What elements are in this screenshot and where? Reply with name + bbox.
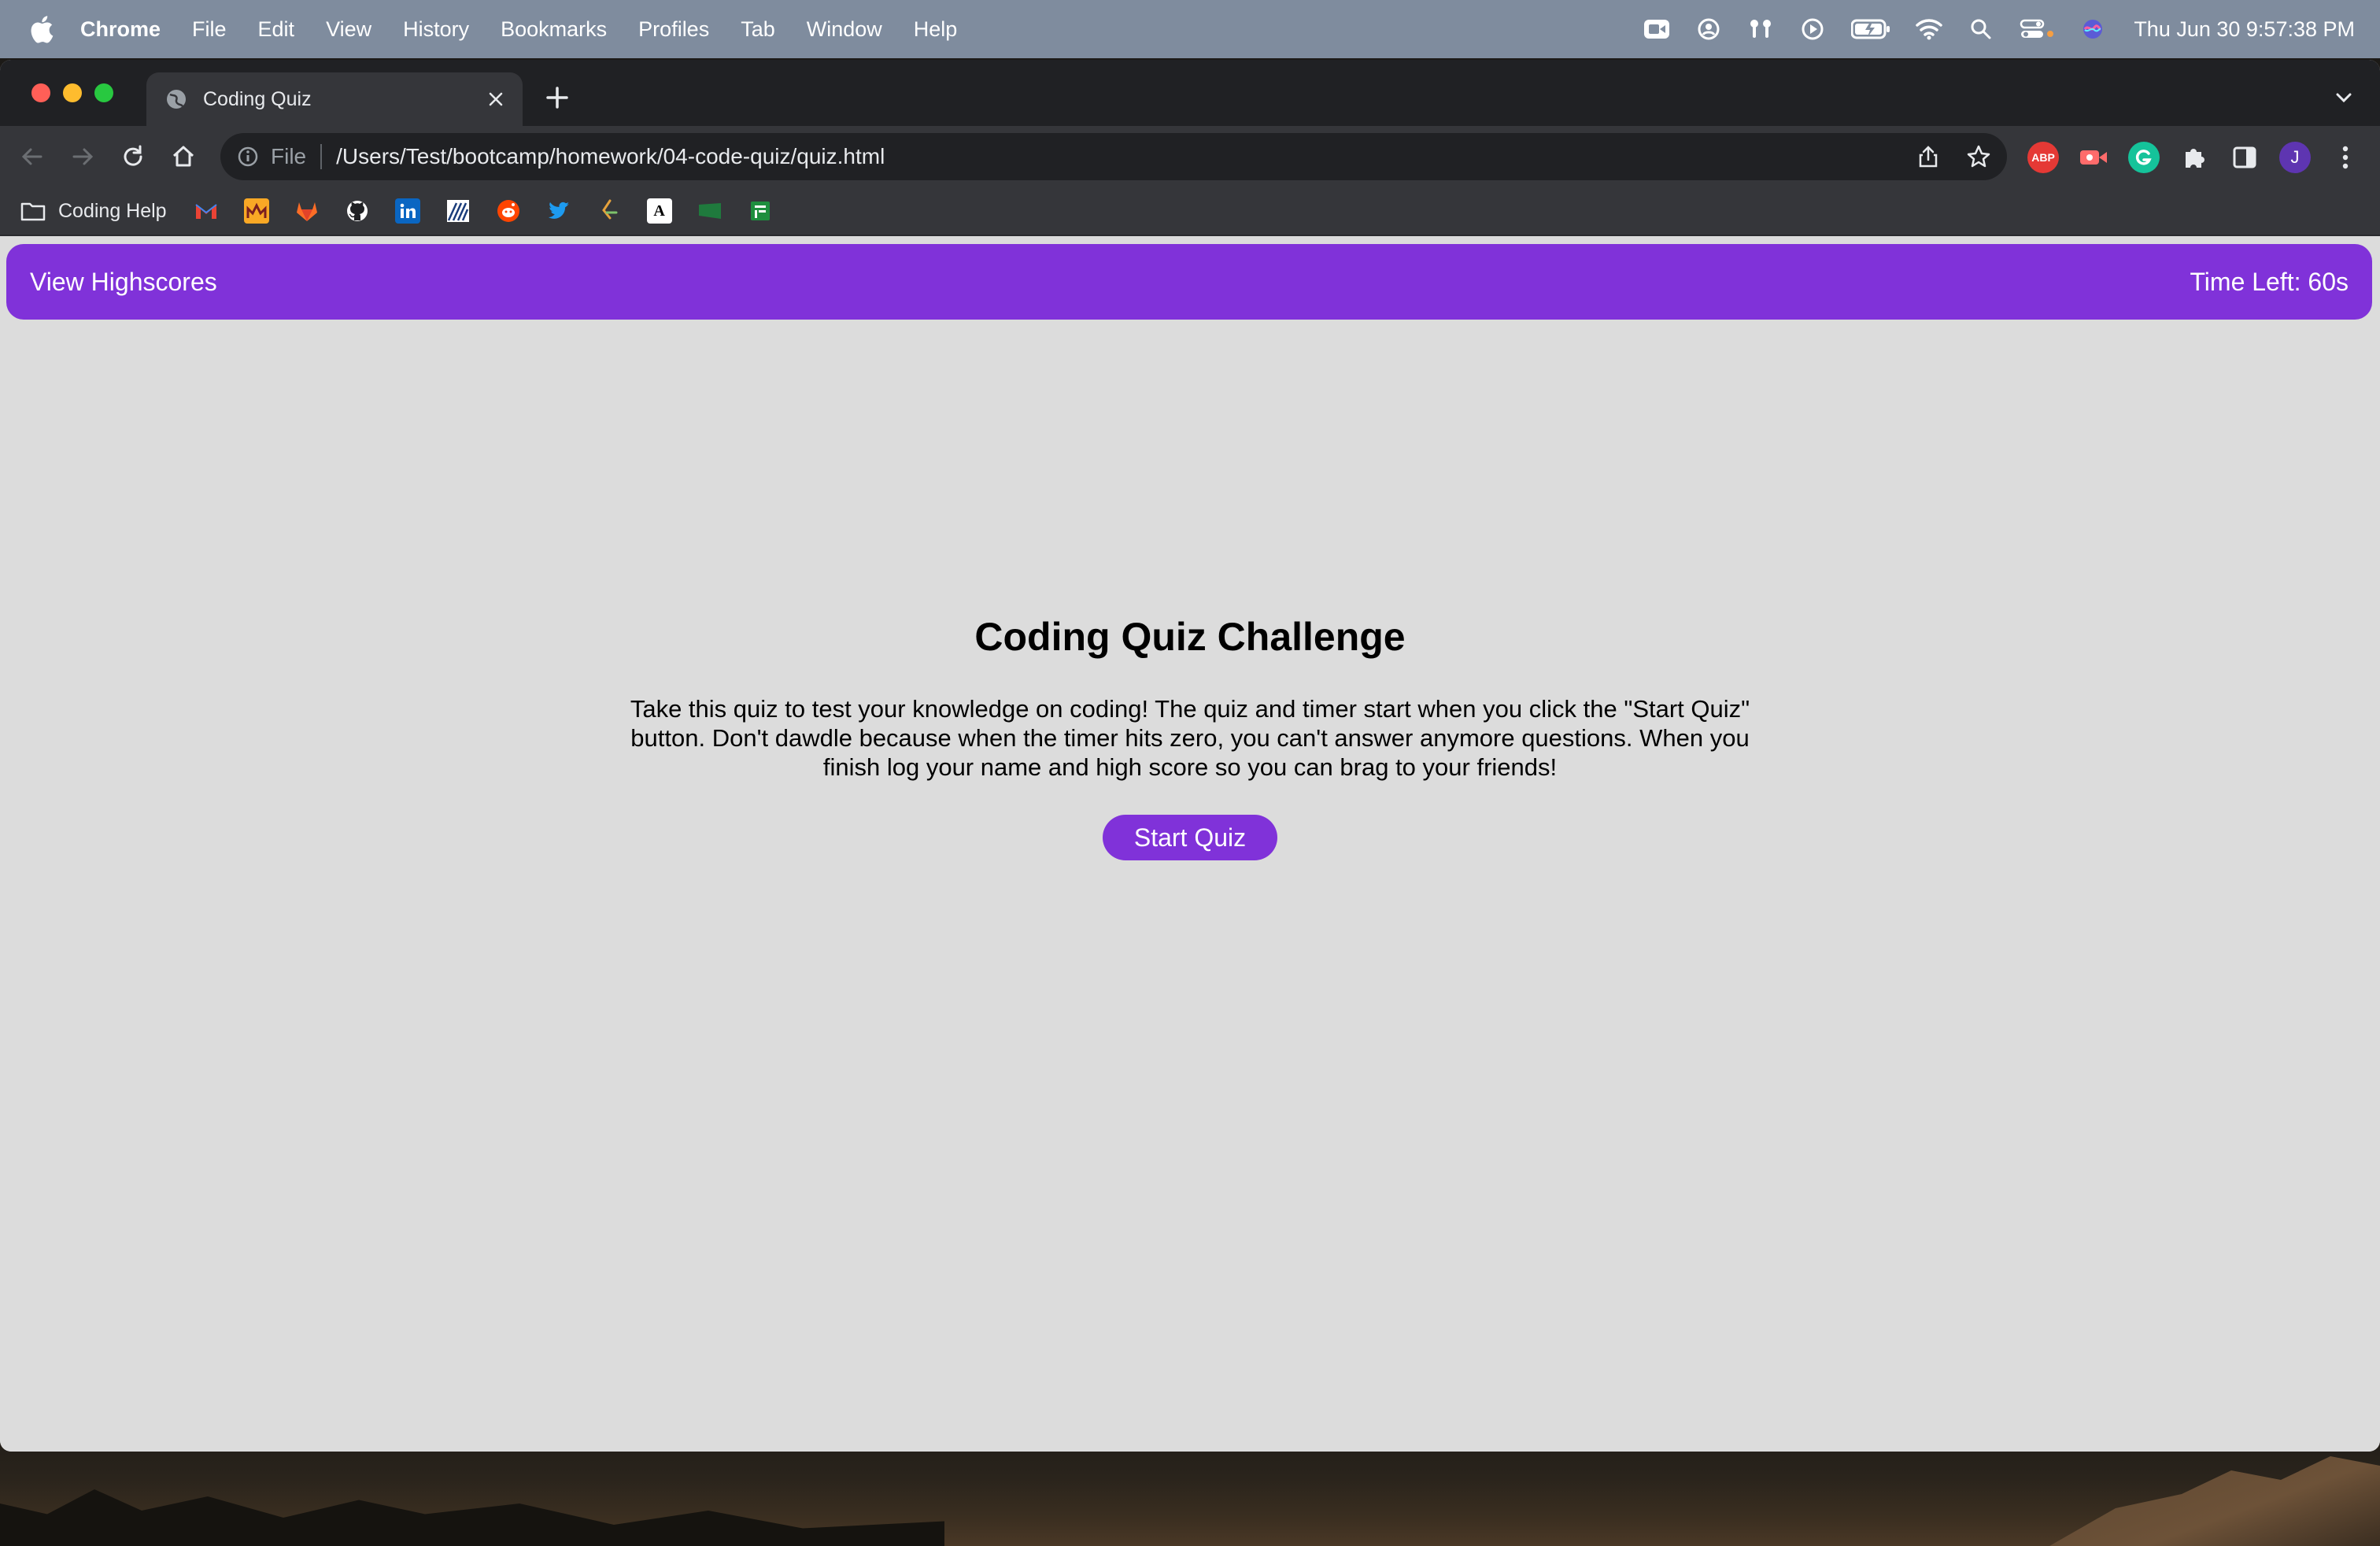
side-panel-icon[interactable] [2229, 142, 2260, 173]
battery-icon[interactable] [1850, 15, 1891, 43]
menu-file[interactable]: File [192, 17, 227, 42]
facetime-icon[interactable] [1643, 15, 1671, 43]
bookmark-folder-coding-help[interactable]: Coding Help [58, 200, 167, 223]
site-info-icon[interactable] [236, 145, 260, 168]
screen-recorder-icon[interactable] [2078, 142, 2109, 173]
page-title: Coding Quiz Challenge [974, 615, 1406, 659]
share-icon[interactable] [1916, 144, 1941, 169]
status-area: Thu Jun 30 9:57:38 PM [1619, 0, 2355, 58]
timer-display: Time Left: 60s [2190, 267, 2349, 296]
bookmark-star-icon[interactable] [1966, 144, 1991, 169]
folder-green-icon[interactable] [697, 198, 722, 224]
menu-profiles[interactable]: Profiles [638, 17, 709, 42]
play-icon[interactable] [1798, 15, 1827, 43]
menu-window[interactable]: Window [807, 17, 882, 42]
extensions-puzzle-icon[interactable] [2179, 142, 2210, 173]
airpods-icon[interactable] [1746, 15, 1775, 43]
bootcamp-icon[interactable] [445, 198, 471, 224]
menu-tab[interactable]: Tab [741, 17, 775, 42]
browser-window: Coding Quiz File /Users/Test/bootcamp/ho… [0, 60, 2380, 1452]
leetcode-icon[interactable] [597, 198, 622, 224]
adblock-plus-icon[interactable]: ABP [2027, 142, 2059, 173]
window-close-button[interactable] [31, 83, 50, 102]
window-minimize-button[interactable] [63, 83, 82, 102]
profile-initial: J [2290, 147, 2300, 167]
twitter-icon[interactable] [546, 198, 571, 224]
a-icon[interactable]: A [646, 198, 672, 224]
chrome-menu-kebab-icon[interactable] [2330, 142, 2361, 173]
menu-bookmarks[interactable]: Bookmarks [501, 17, 607, 42]
tab-close-icon[interactable] [483, 87, 508, 112]
user-icon[interactable] [1694, 15, 1723, 43]
forward-arrow-icon[interactable] [68, 142, 98, 172]
tab-search-chevron-icon[interactable] [2333, 87, 2355, 109]
quiz-description: Take this quiz to test your knowledge on… [630, 695, 1750, 781]
menu-app-name[interactable]: Chrome [80, 17, 161, 42]
quiz-page: View Highscores Time Left: 60s Coding Qu… [0, 238, 2380, 1452]
address-bar[interactable]: File /Users/Test/bootcamp/homework/04-co… [220, 133, 2007, 180]
bookmarks-bar: Coding Help A [0, 187, 2380, 236]
github-icon[interactable] [345, 198, 370, 224]
tab-title: Coding Quiz [203, 87, 312, 110]
moodle-icon[interactable] [243, 198, 269, 224]
folder-icon [20, 201, 46, 221]
sheets-icon[interactable] [748, 198, 773, 224]
url-divider [320, 144, 323, 169]
linkedin-icon[interactable] [394, 198, 420, 224]
url-scheme-label: File [271, 144, 307, 168]
tab-coding-quiz[interactable]: Coding Quiz [146, 72, 523, 126]
adblock-plus-label: ABP [2031, 151, 2055, 164]
wallpaper-trees [0, 1489, 944, 1546]
browser-toolbar: File /Users/Test/bootcamp/homework/04-co… [0, 126, 2380, 187]
gitlab-icon[interactable] [294, 198, 320, 224]
start-quiz-button[interactable]: Start Quiz [1102, 815, 1278, 860]
back-arrow-icon[interactable] [17, 142, 47, 172]
tab-strip: Coding Quiz [0, 60, 2380, 126]
omnibox-actions [1890, 144, 1991, 169]
menu-edit[interactable]: Edit [258, 17, 295, 42]
window-zoom-button[interactable] [94, 83, 113, 102]
control-center-icon[interactable] [2019, 15, 2055, 43]
spotlight-icon[interactable] [1967, 15, 1995, 43]
menu-history[interactable]: History [403, 17, 469, 42]
siri-icon[interactable] [2079, 15, 2107, 43]
grammarly-icon[interactable] [2128, 142, 2160, 173]
home-icon[interactable] [168, 142, 198, 172]
reddit-icon[interactable] [496, 198, 521, 224]
menu-help[interactable]: Help [914, 17, 958, 42]
macos-menu-bar: Chrome File Edit View History Bookmarks … [0, 0, 2380, 58]
apple-menu-icon[interactable] [30, 15, 54, 43]
quiz-intro: Coding Quiz Challenge Take this quiz to … [0, 614, 2380, 860]
view-highscores-link[interactable]: View Highscores [30, 268, 217, 297]
profile-avatar[interactable]: J [2279, 142, 2311, 173]
url-text[interactable]: /Users/Test/bootcamp/homework/04-code-qu… [336, 144, 885, 169]
a-icon-label: A [653, 202, 665, 220]
wifi-icon[interactable] [1915, 15, 1943, 43]
quiz-header: View Highscores Time Left: 60s [6, 244, 2372, 320]
wallpaper-ridge [2049, 1456, 2380, 1546]
menu-view[interactable]: View [326, 17, 371, 42]
gmail-icon[interactable] [194, 198, 219, 224]
reload-icon[interactable] [118, 142, 148, 172]
new-tab-icon[interactable] [543, 83, 571, 112]
menu-bar-clock[interactable]: Thu Jun 30 9:57:38 PM [2134, 17, 2355, 42]
globe-icon [165, 88, 187, 110]
